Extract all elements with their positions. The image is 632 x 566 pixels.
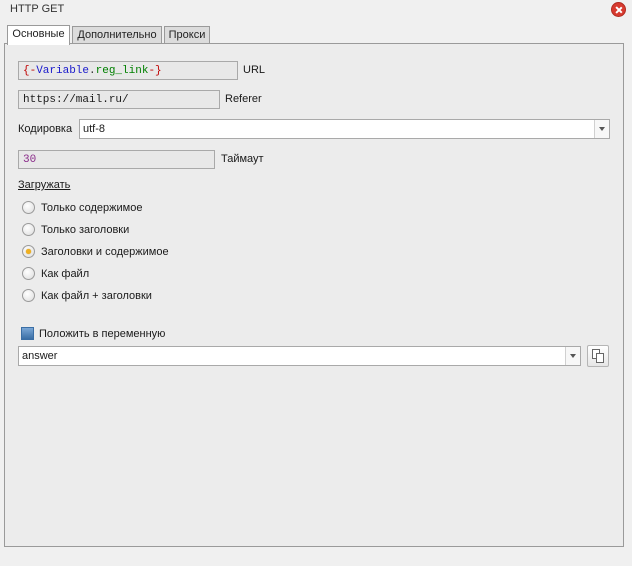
encoding-value: utf-8 [83, 123, 106, 135]
save-to-variable-label: Положить в переменную [39, 328, 166, 340]
url-var-dot: . [89, 65, 96, 77]
timeout-input[interactable]: 30 [18, 150, 215, 169]
chevron-down-icon[interactable] [565, 347, 580, 365]
tab-main[interactable]: Основные [7, 25, 70, 45]
url-var-close: -} [148, 65, 162, 77]
window-title: HTTP GET [10, 3, 65, 15]
radio-as-file-headers[interactable] [22, 289, 35, 302]
radio-content-only[interactable] [22, 201, 35, 214]
variable-select[interactable]: answer [18, 346, 581, 366]
title-bar: HTTP GET [0, 0, 632, 20]
radio-as-file[interactable] [22, 267, 35, 280]
referer-label: Referer [225, 93, 262, 105]
radio-content-only-label[interactable]: Только содержимое [41, 202, 142, 214]
tab-advanced[interactable]: Дополнительно [72, 26, 162, 44]
url-var-open: {- [23, 65, 37, 77]
timeout-label: Таймаут [221, 153, 264, 165]
radio-as-file-label[interactable]: Как файл [41, 268, 89, 280]
variable-value: answer [22, 350, 58, 362]
url-var-prop: reg_link [95, 65, 149, 77]
referer-input[interactable]: https://mail.ru/ [18, 90, 220, 109]
url-var-name: Variable [36, 65, 90, 77]
encoding-label: Кодировка [18, 123, 73, 135]
close-button[interactable] [611, 2, 626, 17]
encoding-select[interactable]: utf-8 [79, 119, 610, 139]
tab-proxy[interactable]: Прокси [164, 26, 210, 44]
radio-as-file-headers-label[interactable]: Как файл + заголовки [41, 290, 152, 302]
url-input[interactable]: {-Variable.reg_link-} [18, 61, 238, 80]
radio-headers-only-label[interactable]: Только заголовки [41, 224, 129, 236]
load-section-label: Загружать [18, 179, 71, 191]
radio-headers-and-content[interactable] [22, 245, 35, 258]
variable-icon [21, 327, 34, 340]
copy-icon-sheet [596, 353, 604, 363]
copy-button[interactable] [587, 345, 609, 367]
chevron-down-icon[interactable] [594, 120, 609, 138]
url-label: URL [243, 64, 266, 76]
radio-headers-and-content-label[interactable]: Заголовки и содержимое [41, 246, 169, 258]
radio-headers-only[interactable] [22, 223, 35, 236]
